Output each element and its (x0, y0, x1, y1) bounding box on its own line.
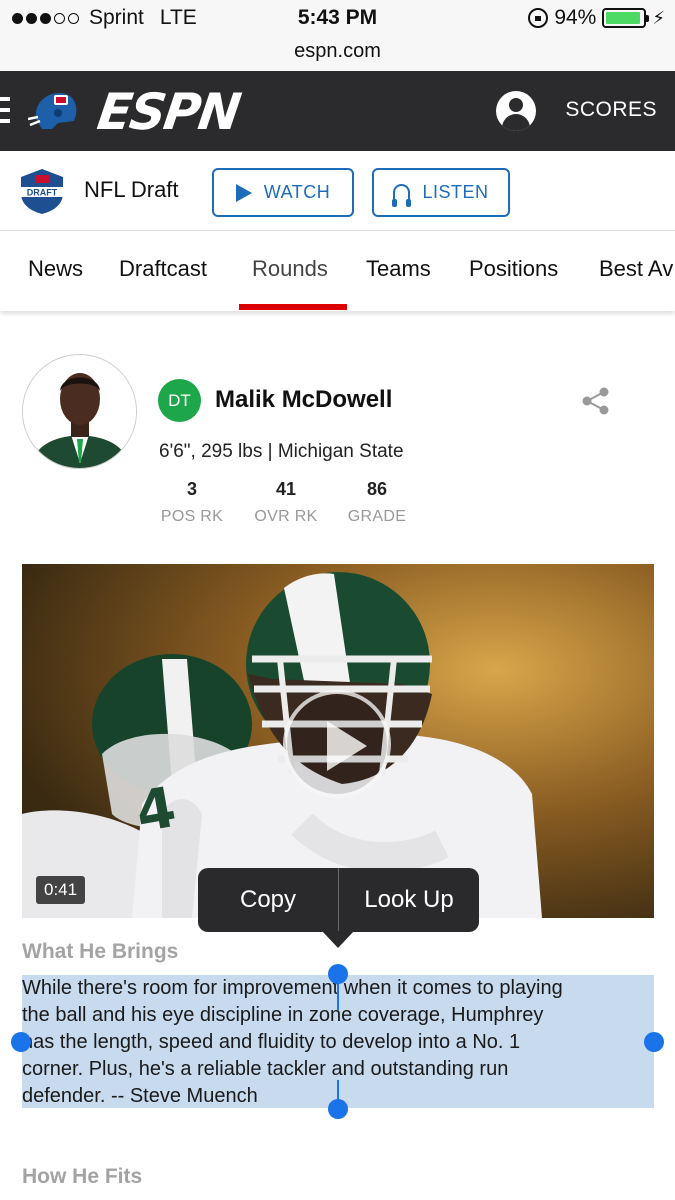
text-selection-menu: Copy Look Up (198, 868, 479, 932)
stat-label: GRADE (347, 508, 407, 525)
selection-right-handle[interactable] (644, 1032, 664, 1052)
tab-teams[interactable]: Teams (366, 256, 431, 282)
how-he-fits-heading: How He Fits (22, 1165, 143, 1188)
site-header: ESPN SCORES (0, 71, 675, 151)
battery-percent: 94% (554, 6, 597, 29)
watch-label: WATCH (263, 182, 331, 202)
player-height-weight-school: 6'6", 295 lbs | Michigan State (159, 441, 404, 462)
menu-pointer (322, 931, 354, 948)
stat-label: OVR RK (254, 508, 318, 525)
selection-start-handle[interactable] (328, 964, 348, 984)
tab-positions[interactable]: Positions (469, 256, 558, 282)
player-headshot (22, 354, 137, 469)
status-bar: Sprint LTE 5:43 PM 94% ⚡ (0, 0, 675, 38)
nfl-helmet-icon[interactable] (28, 89, 80, 133)
stat-value: 3 (186, 479, 197, 499)
video-duration: 0:41 (36, 876, 86, 904)
scores-link[interactable]: SCORES (565, 98, 657, 122)
draft-title: NFL Draft (84, 177, 179, 202)
selection-left-handle[interactable] (11, 1032, 31, 1052)
nfl-draft-bar: DRAFT NFL Draft WATCH LISTEN (0, 151, 675, 231)
url-text: espn.com (294, 40, 381, 62)
tab-rounds[interactable]: Rounds (252, 256, 328, 282)
position-badge: DT (158, 379, 201, 422)
stat-overall-rank: 41 OVR RK (250, 479, 322, 526)
stat-position-rank: 3 POS RK (158, 479, 226, 526)
nfl-draft-shield-icon: DRAFT (21, 169, 63, 214)
look-up-menu-item[interactable]: Look Up (339, 868, 479, 932)
listen-button[interactable]: LISTEN (372, 168, 510, 217)
selection-end-handle[interactable] (328, 1099, 348, 1119)
active-tab-indicator (239, 304, 347, 310)
listen-label: LISTEN (422, 182, 489, 202)
selection-start-line (337, 980, 339, 1010)
stat-value: 41 (275, 479, 297, 499)
stat-label: POS RK (160, 508, 224, 525)
what-he-brings-heading: What He Brings (22, 940, 179, 963)
address-bar[interactable]: espn.com (0, 38, 675, 71)
what-he-brings-text[interactable]: While there's room for improvement when … (22, 975, 662, 1110)
play-icon (235, 183, 252, 202)
stat-value: 86 (366, 479, 388, 499)
user-account-icon[interactable] (496, 91, 536, 131)
battery-icon (602, 8, 650, 28)
copy-menu-item[interactable]: Copy (198, 868, 338, 932)
draft-logo-text: DRAFT (27, 188, 58, 198)
menu-icon[interactable] (0, 97, 10, 130)
tab-news[interactable]: News (28, 256, 83, 282)
tab-best-available[interactable]: Best Av (599, 256, 673, 282)
tab-draftcast[interactable]: Draftcast (119, 256, 207, 282)
stat-grade: 86 GRADE (344, 479, 410, 526)
rotation-lock-icon (528, 8, 549, 28)
charging-icon: ⚡ (652, 7, 665, 28)
player-name: Malik McDowell (215, 386, 393, 413)
section-tabs: News Draftcast Rounds Teams Positions Be… (0, 231, 675, 311)
share-icon[interactable] (580, 386, 612, 416)
video-play-button[interactable] (283, 690, 391, 798)
watch-button[interactable]: WATCH (212, 168, 354, 217)
status-right: 94% ⚡ (528, 6, 665, 30)
espn-logo[interactable]: ESPN (94, 83, 243, 141)
headphones-icon (392, 184, 412, 207)
